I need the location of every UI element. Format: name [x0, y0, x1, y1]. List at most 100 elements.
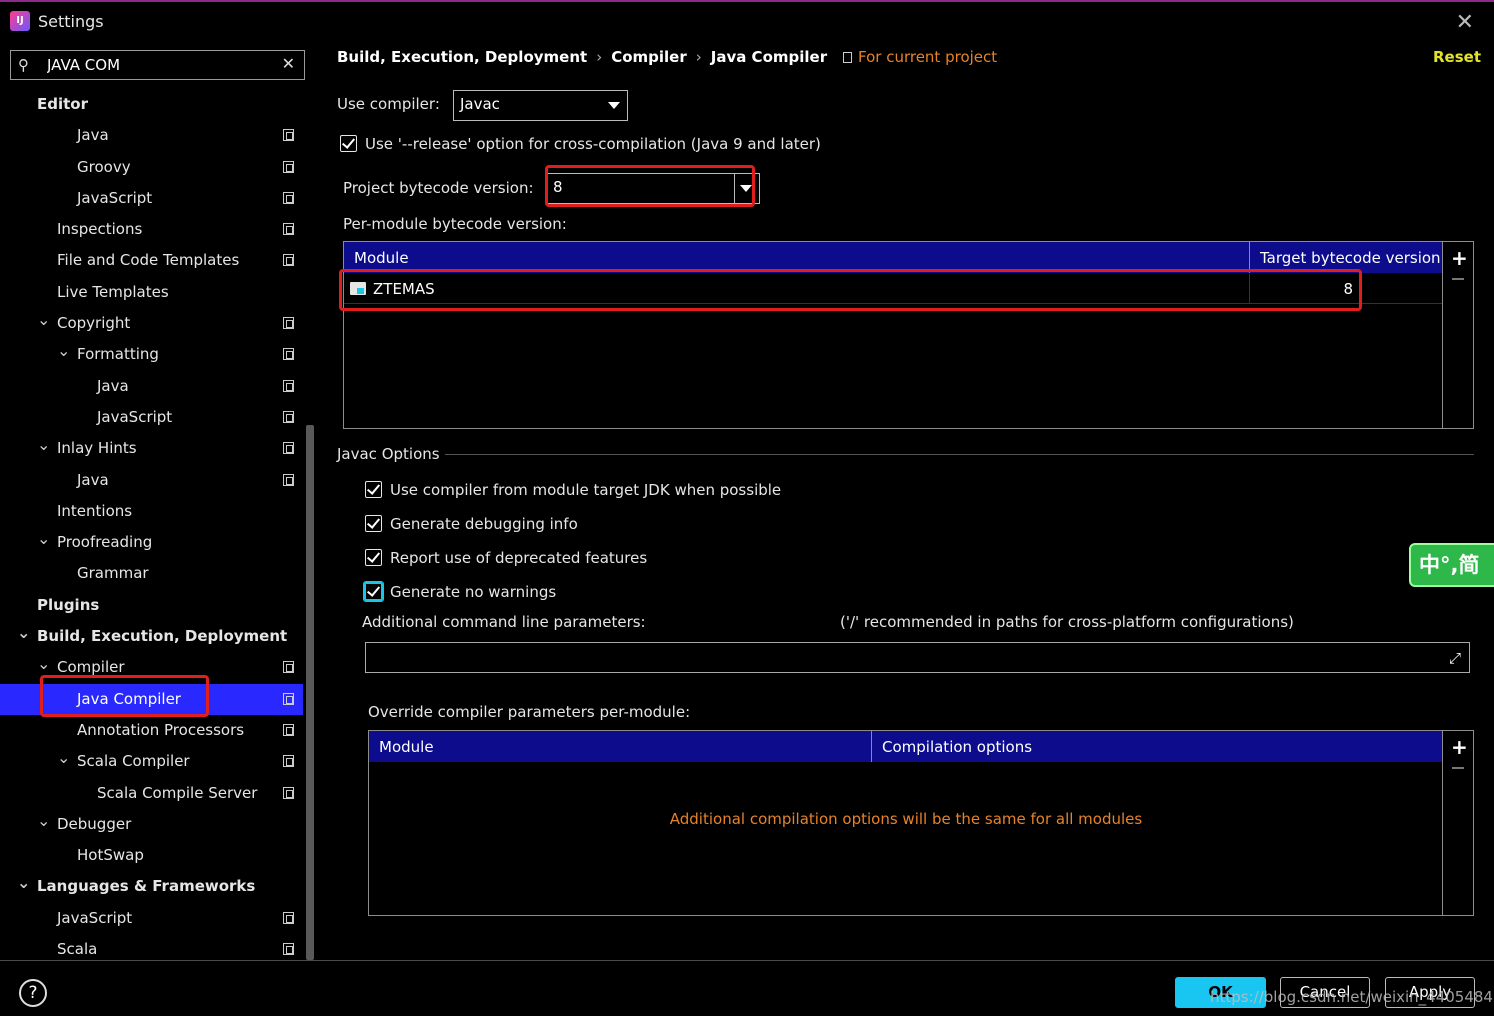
deprecation-label: Report use of deprecated features — [390, 549, 648, 567]
chevron-down-icon[interactable]: ⌄ — [37, 805, 50, 836]
sidebar-item-label: Inspections — [57, 220, 143, 239]
deprecation-checkbox[interactable] — [365, 549, 382, 566]
sidebar-item-formatting[interactable]: ⌄ Formatting — [0, 339, 303, 370]
sidebar-item-editor[interactable]: Editor — [0, 89, 303, 120]
use-compiler-select[interactable]: Javac — [453, 90, 628, 121]
sidebar-item-javascript[interactable]: JavaScript — [0, 903, 303, 934]
ime-indicator[interactable]: 中°,简 — [1409, 543, 1494, 587]
remove-icon[interactable] — [1452, 767, 1464, 769]
folder-icon — [350, 282, 366, 295]
section-divider — [445, 454, 1474, 455]
column-divider — [1249, 274, 1250, 304]
sidebar-item-java[interactable]: Java — [0, 120, 303, 151]
debug-info-checkbox[interactable] — [365, 515, 382, 532]
sidebar-item-compiler[interactable]: ⌄ Compiler — [0, 652, 303, 683]
sidebar-item-hotswap[interactable]: HotSwap — [0, 840, 303, 871]
sidebar-item-inlay-hints[interactable]: ⌄ Inlay Hints — [0, 433, 303, 464]
search-field[interactable]: ⚲ ✕ — [10, 50, 305, 80]
column-module[interactable]: Module — [354, 249, 409, 267]
release-option-checkbox[interactable] — [340, 135, 357, 152]
sidebar-item-label: JavaScript — [77, 188, 153, 207]
table-row[interactable]: ZTEMAS 8 — [344, 274, 1443, 304]
close-icon[interactable]: ✕ — [1456, 10, 1474, 35]
override-label: Override compiler parameters per-module: — [368, 703, 691, 721]
per-module-label: Per-module bytecode version: — [343, 215, 567, 233]
reset-link[interactable]: Reset — [1433, 48, 1481, 66]
add-icon[interactable]: + — [1451, 246, 1468, 270]
expand-icon[interactable]: ⤢ — [1449, 649, 1461, 667]
column-divider — [1249, 242, 1250, 273]
sidebar-item-label: Java Compiler — [77, 689, 181, 708]
javac-options-title: Javac Options — [337, 445, 440, 463]
project-scope-icon — [283, 348, 294, 361]
module-name: ZTEMAS — [373, 280, 435, 298]
sidebar-item-java[interactable]: Java — [0, 371, 303, 402]
sidebar-item-label: Java — [97, 376, 129, 395]
breadcrumb-separator: › — [596, 48, 603, 66]
sidebar-item-groovy[interactable]: Groovy — [0, 152, 303, 183]
select-divider — [734, 174, 735, 203]
chevron-down-icon[interactable]: ⌄ — [57, 742, 70, 773]
sidebar-item-label: Scala Compile Server — [97, 783, 258, 802]
project-scope-icon — [283, 692, 294, 705]
sidebar-item-proofreading[interactable]: ⌄ Proofreading — [0, 527, 303, 558]
sidebar-item-javascript[interactable]: JavaScript — [0, 183, 303, 214]
breadcrumb-compiler[interactable]: Compiler — [611, 48, 687, 66]
sidebar-item-label: File and Code Templates — [57, 251, 240, 270]
target-jdk-checkbox[interactable] — [365, 481, 382, 498]
table-toolbar: + — [1442, 242, 1473, 428]
sidebar-item-label: Groovy — [77, 157, 131, 176]
sidebar-item-label: Java — [77, 470, 109, 489]
sidebar-item-languages-frameworks[interactable]: ⌄ Languages & Frameworks — [0, 871, 303, 902]
help-icon[interactable]: ? — [19, 979, 47, 1007]
sidebar-item-scala-compiler[interactable]: ⌄ Scala Compiler — [0, 746, 303, 777]
column-compilation-options[interactable]: Compilation options — [882, 738, 1032, 756]
search-icon: ⚲ — [18, 56, 29, 74]
sidebar-item-copyright[interactable]: ⌄ Copyright — [0, 308, 303, 339]
project-icon — [843, 52, 852, 63]
remove-icon[interactable] — [1452, 278, 1464, 280]
clear-search-icon[interactable]: ✕ — [282, 54, 295, 73]
sidebar-scrollbar[interactable] — [306, 425, 314, 960]
sidebar-item-label: Live Templates — [57, 282, 169, 301]
project-scope-icon — [283, 129, 294, 142]
chevron-down-icon[interactable]: ⌄ — [37, 304, 50, 335]
no-warnings-checkbox[interactable] — [364, 582, 383, 601]
title-bar: IJ Settings ✕ — [0, 0, 1494, 40]
column-module[interactable]: Module — [379, 738, 434, 756]
search-input[interactable] — [47, 55, 277, 75]
project-scope-icon — [283, 661, 294, 674]
empty-table-message: Additional compilation options will be t… — [669, 810, 1143, 828]
release-option-label: Use '--release' option for cross-compila… — [365, 135, 821, 153]
add-icon[interactable]: + — [1451, 735, 1468, 759]
sidebar-item-label: Debugger — [57, 814, 132, 833]
chevron-down-icon[interactable]: ⌄ — [37, 648, 50, 679]
project-scope-icon — [283, 723, 294, 736]
column-target-version[interactable]: Target bytecode version — [1260, 249, 1441, 267]
sidebar-item-file-and-code-templates[interactable]: File and Code Templates — [0, 245, 303, 276]
sidebar-item-inspections[interactable]: Inspections — [0, 214, 303, 245]
project-scope-icon — [283, 786, 294, 799]
chevron-down-icon[interactable]: ⌄ — [17, 617, 30, 648]
sidebar-item-plugins[interactable]: Plugins — [0, 590, 303, 621]
params-input[interactable]: ⤢ — [365, 642, 1470, 673]
sidebar-item-label: Formatting — [77, 345, 159, 364]
sidebar-item-label: Annotation Processors — [77, 720, 245, 739]
chevron-down-icon[interactable]: ⌄ — [37, 429, 50, 460]
sidebar-item-label: Compiler — [57, 658, 125, 677]
sidebar-item-java-compiler[interactable]: Java Compiler — [0, 683, 303, 715]
breadcrumb-java-compiler: Java Compiler — [710, 48, 828, 66]
column-divider — [871, 731, 872, 762]
project-bytecode-select[interactable]: 8 — [546, 173, 760, 204]
target-version-value[interactable]: 8 — [1343, 280, 1353, 298]
sidebar-item-annotation-processors[interactable]: Annotation Processors — [0, 715, 303, 746]
chevron-down-icon[interactable]: ⌄ — [57, 335, 70, 366]
sidebar-item-debugger[interactable]: ⌄ Debugger — [0, 809, 303, 840]
breadcrumb-build[interactable]: Build, Execution, Deployment — [337, 48, 587, 66]
sidebar-item-grammar[interactable]: Grammar — [0, 558, 303, 589]
sidebar-item-java[interactable]: Java — [0, 465, 303, 496]
chevron-down-icon — [740, 185, 752, 192]
project-bytecode-value: 8 — [553, 178, 563, 196]
chevron-down-icon[interactable]: ⌄ — [17, 867, 30, 898]
chevron-down-icon[interactable]: ⌄ — [37, 523, 50, 554]
